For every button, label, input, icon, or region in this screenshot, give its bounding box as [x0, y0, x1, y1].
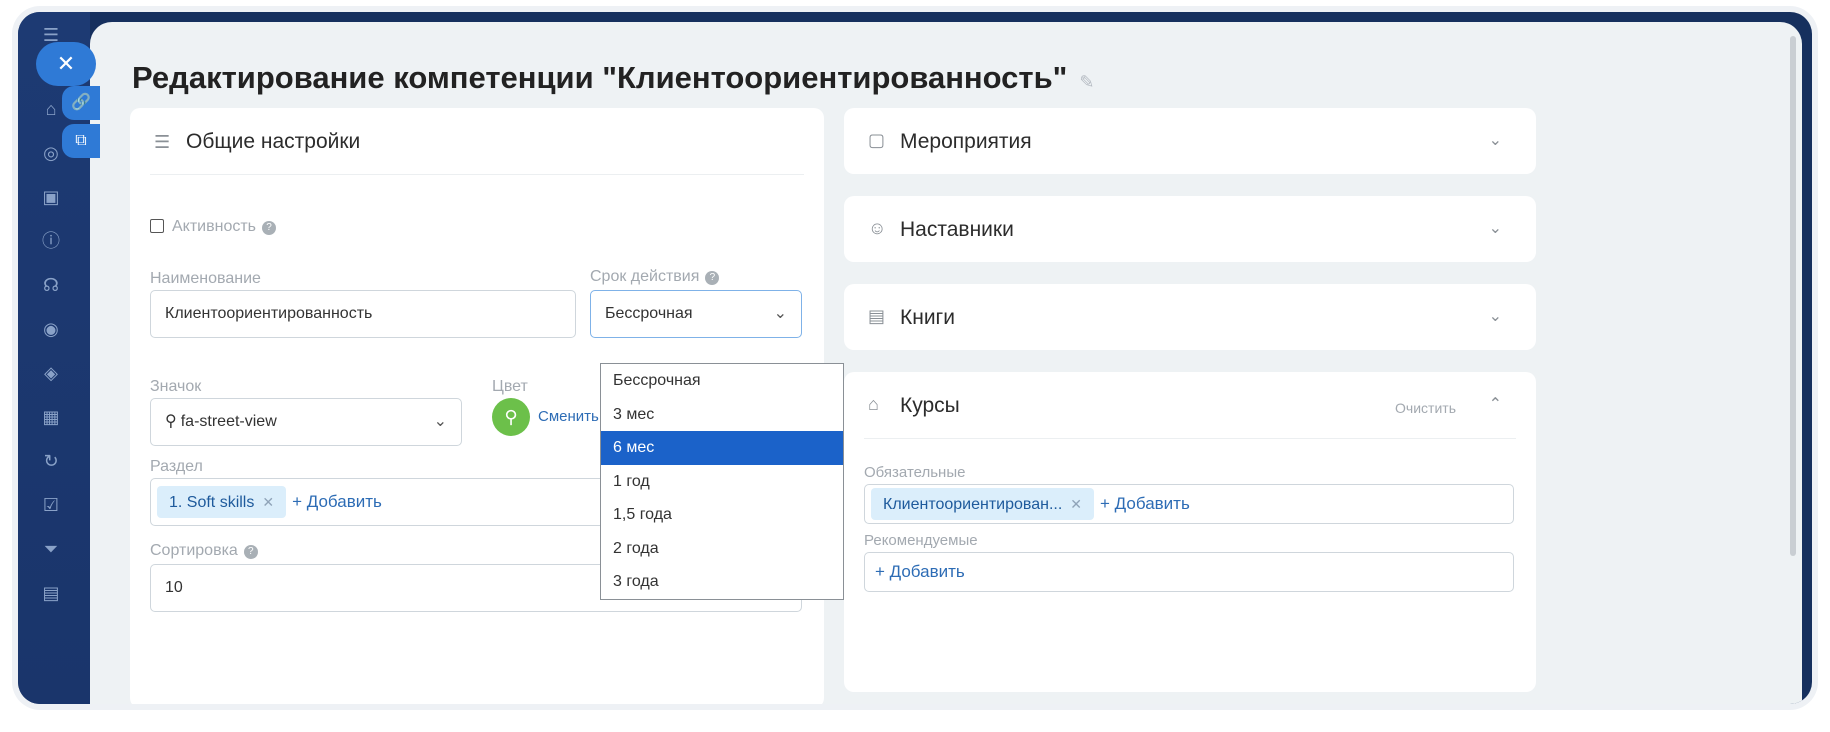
books-header: Книги: [900, 306, 955, 329]
book-icon[interactable]: ▣: [40, 186, 62, 208]
term-option[interactable]: 1,5 года: [601, 498, 843, 532]
mentors-header: Наставники: [900, 218, 1014, 241]
headset-icon[interactable]: ☊: [40, 274, 62, 296]
add-required-button[interactable]: + Добавить: [1100, 494, 1190, 513]
divider: [864, 438, 1516, 439]
street-view-icon: ⚲: [165, 413, 177, 430]
add-recommended-button[interactable]: + Добавить: [875, 562, 965, 581]
color-swatch[interactable]: ⚲: [492, 398, 530, 436]
app-window: ☰ ⌂ ◎ ▣ ⓘ ☊ ◉ ◈ ▦ ↻ ☑ ⏷ ▤ ✕ 🔗 ⧉ Редактир…: [18, 12, 1812, 704]
term-option-selected[interactable]: 6 мес: [601, 431, 843, 465]
chevron-down-icon[interactable]: ⌄: [1489, 218, 1502, 238]
chevron-down-icon: ⌄: [433, 413, 447, 430]
icon-select-value: fa-street-view: [180, 413, 277, 430]
required-course-label: Клиентоориентирован...: [883, 496, 1063, 513]
term-label: Срок действия?: [590, 268, 720, 286]
recommended-field[interactable]: + Добавить: [864, 552, 1514, 592]
remove-tag-icon[interactable]: ✕: [262, 494, 274, 510]
chevron-down-icon: ⌄: [773, 305, 787, 322]
page-title: Редактирование компетенции "Клиентоориен…: [132, 60, 1094, 96]
help-icon[interactable]: ?: [262, 221, 277, 235]
term-option[interactable]: 2 года: [601, 532, 843, 566]
graduation-cap-icon: ⌂: [868, 394, 879, 414]
required-label: Обязательные: [864, 464, 966, 481]
list-icon: ☰: [154, 132, 171, 152]
chevron-down-icon[interactable]: ⌄: [1489, 130, 1502, 150]
active-checkbox[interactable]: [150, 219, 164, 233]
home-icon[interactable]: ⌂: [40, 98, 62, 120]
help-icon[interactable]: ?: [243, 545, 258, 559]
cycle-icon[interactable]: ↻: [40, 450, 62, 472]
events-header: Мероприятия: [900, 130, 1032, 153]
courses-card: ⌂ Курсы Очистить ⌃ Обязательные Клиентоо…: [844, 372, 1536, 692]
graduation-icon[interactable]: ◎: [40, 142, 62, 164]
help-icon[interactable]: ?: [705, 271, 720, 285]
term-option[interactable]: 1 год: [601, 465, 843, 499]
term-option[interactable]: 3 года: [601, 565, 843, 599]
section-tag[interactable]: 1. Soft skills ✕: [157, 486, 287, 518]
scrollbar[interactable]: [1790, 36, 1796, 556]
page-title-text: Редактирование компетенции "Клиентоориен…: [132, 60, 1068, 95]
chevron-up-icon[interactable]: ⌃: [1489, 394, 1502, 414]
icon-select[interactable]: ⚲ fa-street-view ⌄: [150, 398, 462, 446]
term-label-text: Срок действия: [590, 268, 700, 285]
sort-label-text: Сортировка: [150, 542, 238, 559]
books-card[interactable]: ▤ Книги ⌄: [844, 284, 1536, 350]
events-card[interactable]: ▢ Мероприятия ⌄: [844, 108, 1536, 174]
target-icon[interactable]: ◉: [40, 318, 62, 340]
change-color-link[interactable]: Сменить: [538, 408, 599, 425]
sort-label: Сортировка?: [150, 542, 258, 560]
pin-icon[interactable]: ✎: [1079, 72, 1094, 93]
term-option[interactable]: Бессрочная: [601, 364, 843, 398]
section-label: Раздел: [150, 458, 203, 475]
required-field[interactable]: Клиентоориентирован... ✕ + Добавить: [864, 484, 1514, 524]
term-select[interactable]: Бессрочная ⌄: [590, 290, 802, 338]
mentors-card[interactable]: ☺ Наставники ⌄: [844, 196, 1536, 262]
remove-tag-icon[interactable]: ✕: [1070, 496, 1082, 512]
gamepad-icon[interactable]: ◈: [40, 362, 62, 384]
name-input[interactable]: Клиентоориентированность: [150, 290, 576, 338]
general-settings-header: Общие настройки: [186, 130, 361, 153]
active-row: Активность?: [150, 218, 277, 236]
term-option[interactable]: 3 мес: [601, 398, 843, 432]
open-external-button[interactable]: ⧉: [62, 124, 100, 158]
name-label: Наименование: [150, 270, 261, 287]
chevron-down-icon[interactable]: ⌄: [1489, 306, 1502, 326]
map-icon[interactable]: ▦: [40, 406, 62, 428]
calendar-icon: ▢: [868, 130, 886, 150]
calendar-icon[interactable]: ▤: [40, 582, 62, 604]
close-button[interactable]: ✕: [36, 42, 96, 86]
divider: [150, 174, 804, 175]
term-dropdown: Бессрочная 3 мес 6 мес 1 год 1,5 года 2 …: [600, 363, 844, 600]
checkbox-icon[interactable]: ☑: [40, 494, 62, 516]
active-label: Активность: [172, 218, 257, 235]
edit-panel: Редактирование компетенции "Клиентоориен…: [90, 22, 1802, 704]
courses-header: Курсы: [900, 394, 960, 417]
color-label: Цвет: [492, 378, 528, 395]
section-tag-label: 1. Soft skills: [169, 494, 255, 511]
book-icon: ▤: [868, 306, 886, 326]
link-button[interactable]: 🔗: [62, 86, 100, 120]
recommended-label: Рекомендуемые: [864, 532, 978, 549]
add-section-button[interactable]: + Добавить: [292, 492, 382, 511]
term-select-value: Бессрочная: [605, 305, 693, 322]
required-course-tag[interactable]: Клиентоориентирован... ✕: [871, 488, 1095, 520]
info-icon[interactable]: ⓘ: [40, 230, 62, 252]
icon-label: Значок: [150, 378, 202, 395]
mentor-icon: ☺: [868, 218, 887, 238]
funnel-icon[interactable]: ⏷: [40, 538, 62, 560]
clear-button[interactable]: Очистить: [1395, 400, 1456, 416]
